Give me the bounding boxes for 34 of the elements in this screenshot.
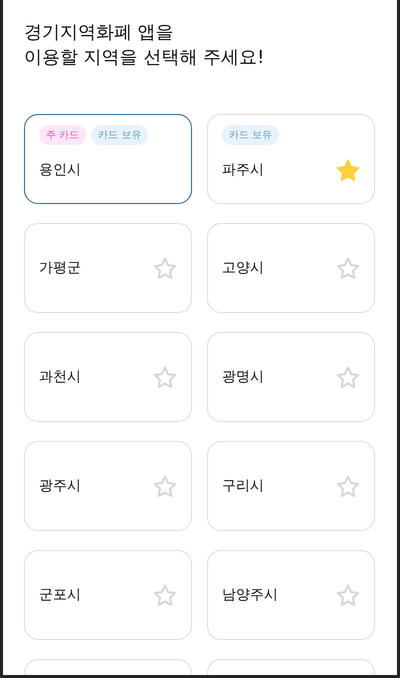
region-card[interactable]: 광주시 [24, 441, 192, 531]
region-card[interactable]: 광명시 [207, 332, 375, 422]
star-icon[interactable] [336, 256, 360, 280]
region-name: 광명시 [222, 368, 264, 386]
region-name: 파주시 [222, 161, 264, 179]
region-card[interactable]: 고양시 [207, 223, 375, 313]
region-name: 고양시 [222, 259, 264, 277]
star-icon[interactable] [153, 366, 177, 388]
region-name: 광주시 [39, 477, 81, 495]
card-owned-tag: 카드 보유 [222, 125, 280, 145]
page-title: 경기지역화폐 앱을 [24, 21, 175, 45]
star-icon[interactable] [336, 584, 360, 606]
region-name: 군포시 [39, 586, 81, 604]
star-icon[interactable] [153, 584, 177, 606]
region-name: 가평군 [39, 259, 81, 277]
region-card[interactable]: 군포시 [24, 550, 192, 640]
page-title: 이용할 지역을 선택해 주세요! [24, 46, 266, 70]
region-name: 구리시 [222, 477, 264, 495]
main-card-tag: 주 카드 [39, 125, 86, 145]
region-card[interactable]: 구리시 [207, 441, 375, 531]
star-icon[interactable] [153, 256, 177, 280]
region-card[interactable]: 가평군 [24, 223, 192, 313]
star-icon[interactable] [336, 158, 360, 182]
region-card[interactable]: 카드 보유 파주시 [207, 114, 375, 204]
star-icon[interactable] [336, 366, 360, 388]
region-card[interactable]: 주 카드 카드 보유 용인시 [24, 114, 192, 204]
star-icon[interactable] [336, 474, 360, 498]
region-name: 남양주시 [222, 586, 278, 604]
region-name: 과천시 [39, 368, 81, 386]
region-card[interactable]: 남양주시 [207, 550, 375, 640]
card-owned-tag: 카드 보유 [91, 125, 148, 145]
star-icon[interactable] [153, 474, 177, 498]
region-card[interactable]: 과천시 [24, 332, 192, 422]
region-name: 용인시 [39, 161, 81, 179]
